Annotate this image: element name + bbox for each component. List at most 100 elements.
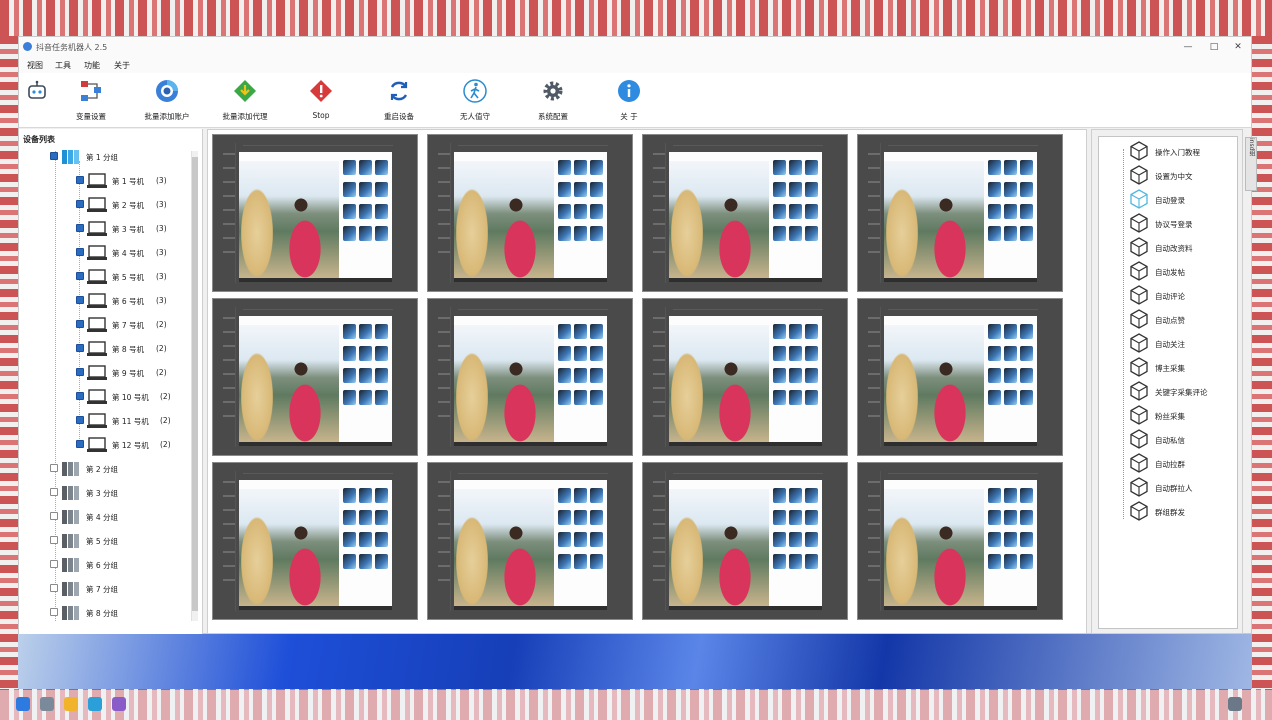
function-item[interactable]: 博主采集	[1117, 356, 1237, 378]
device-node[interactable]: 第 6 号机 (3)	[76, 291, 184, 311]
device-screen-5[interactable]	[212, 298, 418, 456]
checkbox[interactable]	[76, 248, 84, 256]
checkbox[interactable]	[76, 176, 84, 184]
checkbox[interactable]	[76, 272, 84, 280]
checkbox[interactable]	[76, 368, 84, 376]
function-item[interactable]: 关键字采集评论	[1117, 380, 1237, 402]
maximize-button[interactable]: □	[1205, 40, 1223, 54]
device-node[interactable]: 第 1 号机 (3)	[76, 171, 184, 191]
device-node[interactable]: 第 10 号机 (2)	[76, 387, 184, 407]
checkbox[interactable]	[76, 296, 84, 304]
function-item[interactable]: 自动改资料	[1117, 236, 1237, 258]
function-item[interactable]: 自动发帖	[1117, 260, 1237, 282]
account-count: (2)	[160, 416, 171, 425]
group-node[interactable]: 第 4 分组	[50, 507, 184, 527]
toolbar: 变量设置 批量添加账户 批量添加代理 Stop 重启设备 无人值守 系统配置 关…	[19, 73, 1251, 128]
device-node[interactable]: 第 9 号机 (2)	[76, 363, 184, 383]
restart-device-button[interactable]: 重启设备	[359, 77, 439, 125]
device-screen-12[interactable]	[857, 462, 1063, 620]
scrollbar-thumb[interactable]	[192, 157, 198, 611]
menu-view[interactable]: 视图	[27, 60, 43, 71]
stop-button[interactable]: Stop	[281, 77, 361, 125]
function-panel-tab[interactable]: insd组	[1245, 137, 1257, 191]
thumbnail-grid	[558, 160, 606, 246]
checkbox[interactable]	[76, 200, 84, 208]
device-screen-6[interactable]	[427, 298, 633, 456]
device-node[interactable]: 第 11 号机 (2)	[76, 411, 184, 431]
checkbox[interactable]	[50, 608, 58, 616]
unattended-button[interactable]: 无人值守	[435, 77, 515, 125]
device-screen-8[interactable]	[857, 298, 1063, 456]
device-node[interactable]: 第 2 号机 (3)	[76, 195, 184, 215]
checkbox[interactable]	[76, 392, 84, 400]
device-node[interactable]: 第 3 号机 (3)	[76, 219, 184, 239]
node-label: 第 8 号机	[112, 345, 145, 354]
device-laptop-icon	[87, 317, 107, 335]
app-icon[interactable]	[112, 697, 126, 711]
device-screen-3[interactable]	[642, 134, 848, 292]
checkbox[interactable]	[76, 416, 84, 424]
device-node[interactable]: 第 4 号机 (3)	[76, 243, 184, 263]
device-node[interactable]: 第 5 号机 (3)	[76, 267, 184, 287]
function-item[interactable]: 设置为中文	[1117, 164, 1237, 186]
menu-tools[interactable]: 工具	[55, 60, 71, 71]
checkbox[interactable]	[50, 488, 58, 496]
checkbox[interactable]	[76, 320, 84, 328]
function-item[interactable]: 自动群拉人	[1117, 476, 1237, 498]
batch-add-proxy-button[interactable]: 批量添加代理	[205, 77, 285, 125]
device-screen-7[interactable]	[642, 298, 848, 456]
batch-add-accounts-button[interactable]: 批量添加账户	[127, 77, 207, 125]
function-item[interactable]: 自动评论	[1117, 284, 1237, 306]
system-config-button[interactable]: 系统配置	[513, 77, 593, 125]
thumbnail-grid	[988, 488, 1036, 574]
device-node[interactable]: 第 8 号机 (2)	[76, 339, 184, 359]
photo-thumbnail	[239, 161, 339, 278]
device-list-scrollbar[interactable]	[191, 151, 198, 621]
checkbox[interactable]	[50, 464, 58, 472]
checkbox[interactable]	[50, 560, 58, 568]
group-node[interactable]: 第 5 分组	[50, 531, 184, 551]
start-icon[interactable]	[16, 697, 30, 711]
device-screen-11[interactable]	[642, 462, 848, 620]
checkbox[interactable]	[50, 152, 58, 160]
close-button[interactable]: ✕	[1229, 40, 1247, 54]
function-item[interactable]: 自动私信	[1117, 428, 1237, 450]
function-item[interactable]: 操作入门教程	[1117, 140, 1237, 162]
checkbox[interactable]	[50, 512, 58, 520]
device-node[interactable]: 第 12 号机 (2)	[76, 435, 184, 455]
decorative-border-left	[0, 36, 18, 689]
function-item[interactable]: 粉丝采集	[1117, 404, 1237, 426]
minimize-button[interactable]: —	[1179, 40, 1197, 54]
device-node[interactable]: 第 7 号机 (2)	[76, 315, 184, 335]
checkbox[interactable]	[76, 344, 84, 352]
variable-settings-button[interactable]: 变量设置	[51, 77, 131, 125]
group-node[interactable]: 第 8 分组	[50, 603, 184, 623]
group-node[interactable]: 第 2 分组	[50, 459, 184, 479]
search-icon[interactable]	[40, 697, 54, 711]
menu-functions[interactable]: 功能	[84, 60, 100, 71]
device-screen-4[interactable]	[857, 134, 1063, 292]
device-screen-10[interactable]	[427, 462, 633, 620]
checkbox[interactable]	[50, 584, 58, 592]
checkbox[interactable]	[76, 224, 84, 232]
about-button[interactable]: 关 于	[589, 77, 669, 125]
folder-icon[interactable]	[64, 697, 78, 711]
function-item[interactable]: 自动登录	[1117, 188, 1237, 210]
function-item[interactable]: 群组群发	[1117, 500, 1237, 522]
menu-about[interactable]: 关于	[114, 60, 130, 71]
group-node[interactable]: 第 6 分组	[50, 555, 184, 575]
function-item[interactable]: 自动点赞	[1117, 308, 1237, 330]
device-screen-1[interactable]	[212, 134, 418, 292]
checkbox[interactable]	[76, 440, 84, 448]
function-item[interactable]: 自动关注	[1117, 332, 1237, 354]
function-item[interactable]: 协议号登录	[1117, 212, 1237, 234]
device-screen-2[interactable]	[427, 134, 633, 292]
system-tray-icon[interactable]	[1228, 697, 1242, 711]
device-screen-9[interactable]	[212, 462, 418, 620]
browser-icon[interactable]	[88, 697, 102, 711]
group-node[interactable]: 第 1 分组	[50, 147, 184, 167]
group-node[interactable]: 第 3 分组	[50, 483, 184, 503]
group-node[interactable]: 第 7 分组	[50, 579, 184, 599]
checkbox[interactable]	[50, 536, 58, 544]
function-item[interactable]: 自动拉群	[1117, 452, 1237, 474]
